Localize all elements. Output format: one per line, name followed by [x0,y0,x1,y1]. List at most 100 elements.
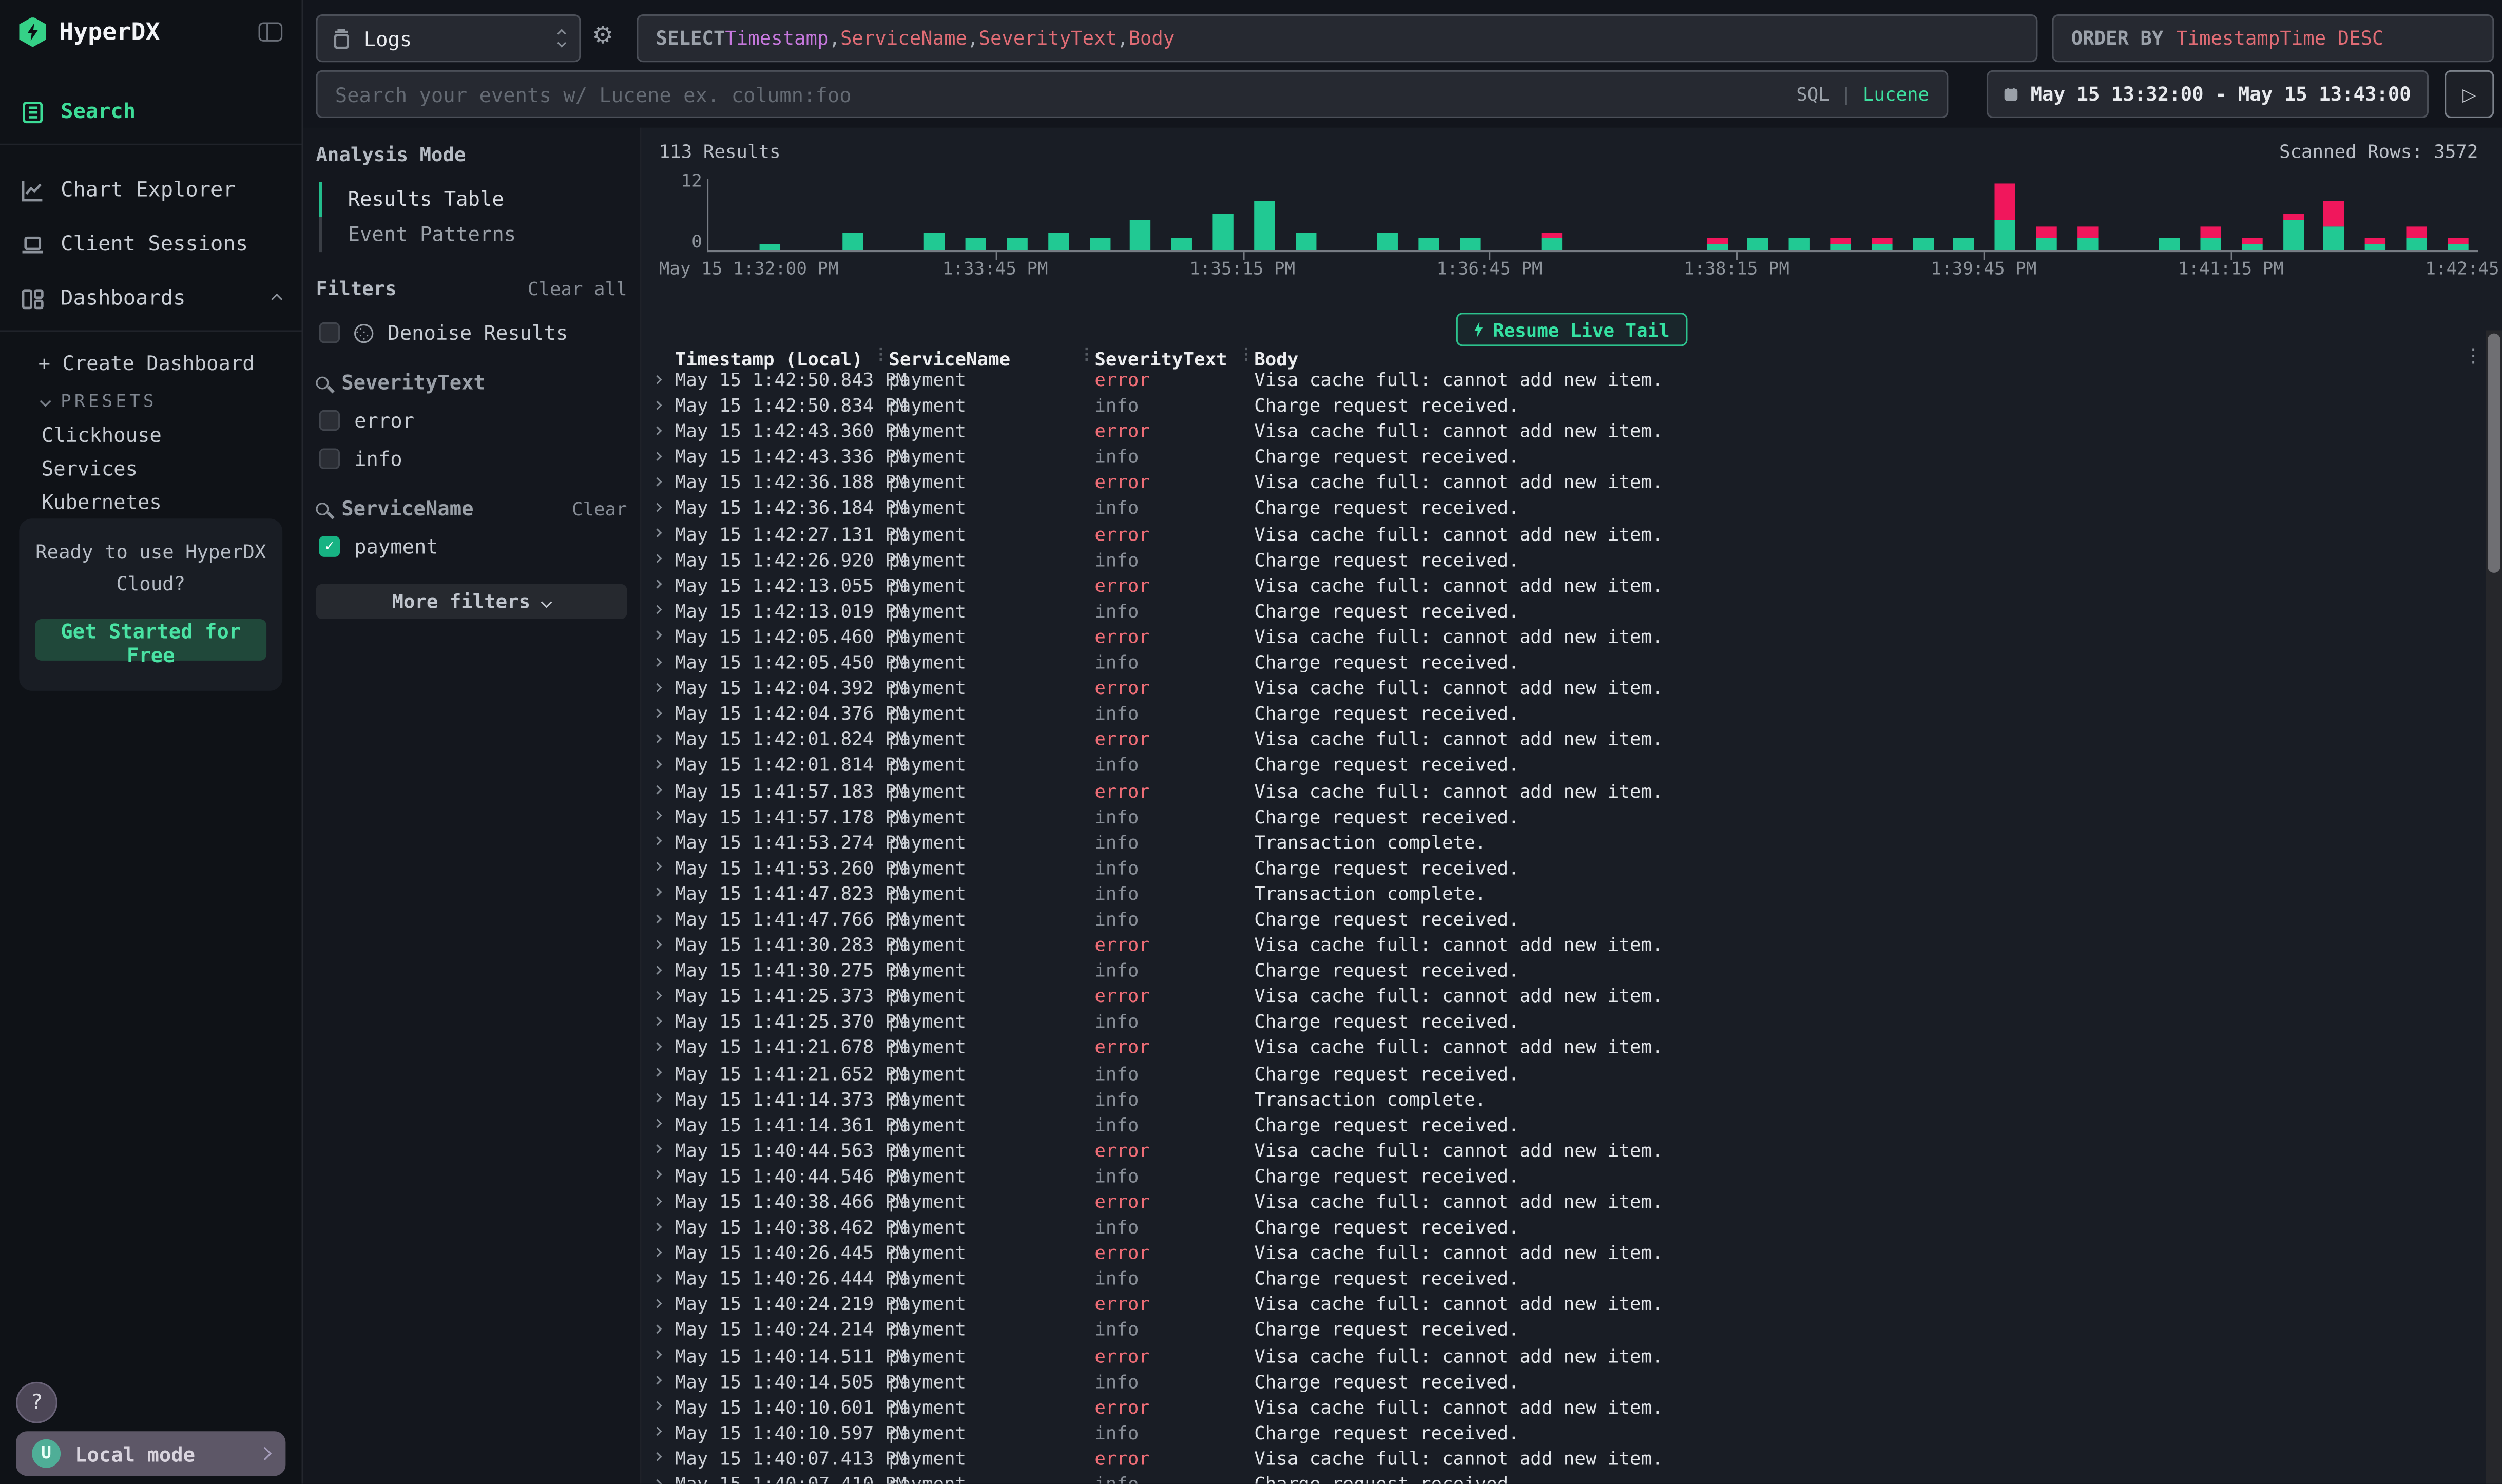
histogram-bar[interactable] [760,244,780,250]
table-row[interactable]: May 15 1:42:01.824 PMpaymenterrorVisa ca… [642,726,2486,752]
sidebar-item-client-sessions[interactable]: Client Sessions [0,225,301,263]
histogram-bar[interactable] [2448,238,2468,250]
sidebar-preset-clickhouse[interactable]: Clickhouse [0,418,301,451]
histogram-bar[interactable] [2407,226,2427,250]
column-resize-handle[interactable]: ⋮ [873,346,889,364]
histogram-bar[interactable] [2077,226,2097,250]
row-expand-chevron-icon[interactable] [654,598,675,624]
row-expand-chevron-icon[interactable] [654,829,675,855]
table-row[interactable]: May 15 1:41:57.183 PMpaymenterrorVisa ca… [642,778,2486,803]
row-expand-chevron-icon[interactable] [654,984,675,1009]
table-row[interactable]: May 15 1:42:36.184 PMpaymentinfoCharge r… [642,495,2486,521]
table-row[interactable]: May 15 1:42:04.376 PMpaymentinfoCharge r… [642,701,2486,726]
clear-filter-link[interactable]: Clear [572,497,627,519]
filter-option-error[interactable]: error [316,409,627,433]
row-expand-chevron-icon[interactable] [654,1471,675,1484]
sidebar-preset-services[interactable]: Services [0,452,301,485]
filter-option-payment[interactable]: ✓payment [316,534,627,558]
table-row[interactable]: May 15 1:41:47.766 PMpaymentinfoCharge r… [642,906,2486,932]
source-settings-gear-icon[interactable]: ⚙ [592,24,613,48]
table-row[interactable]: May 15 1:41:25.370 PMpaymentinfoCharge r… [642,1009,2486,1035]
histogram-bar[interactable] [842,232,863,250]
orderby-input[interactable]: ORDER BY TimestampTime DESC [2052,14,2494,62]
row-expand-chevron-icon[interactable] [654,1112,675,1138]
table-row[interactable]: May 15 1:40:07.413 PMpaymenterrorVisa ca… [642,1446,2486,1471]
row-expand-chevron-icon[interactable] [654,1138,675,1163]
more-filters-button[interactable]: More filters [316,584,627,619]
user-menu[interactable]: U Local mode [16,1431,285,1476]
histogram-bar[interactable] [1007,238,1027,250]
date-range-picker[interactable]: May 15 13:32:00 - May 15 13:43:00 [1987,70,2429,118]
table-row[interactable]: May 15 1:41:21.678 PMpaymenterrorVisa ca… [642,1035,2486,1061]
row-expand-chevron-icon[interactable] [654,1061,675,1086]
row-expand-chevron-icon[interactable] [654,1009,675,1035]
histogram-bar[interactable] [1954,238,1974,250]
row-expand-chevron-icon[interactable] [654,470,675,495]
lucene-mode-button[interactable]: Lucene [1863,83,1929,106]
results-histogram[interactable] [707,179,2478,252]
table-row[interactable]: May 15 1:40:44.546 PMpaymentinfoCharge r… [642,1163,2486,1189]
filter-option-info[interactable]: info [316,447,627,471]
collapse-sidebar-icon[interactable] [259,23,283,42]
sql-mode-button[interactable]: SQL [1796,83,1830,106]
table-row[interactable]: May 15 1:42:27.131 PMpaymenterrorVisa ca… [642,521,2486,547]
row-expand-chevron-icon[interactable] [654,1163,675,1189]
table-row[interactable]: May 15 1:42:26.920 PMpaymentinfoCharge r… [642,547,2486,572]
row-expand-chevron-icon[interactable] [654,675,675,701]
table-row[interactable]: May 15 1:40:10.597 PMpaymentinfoCharge r… [642,1420,2486,1446]
row-expand-chevron-icon[interactable] [654,726,675,752]
histogram-bar[interactable] [966,238,986,250]
table-row[interactable]: May 15 1:42:36.188 PMpaymenterrorVisa ca… [642,470,2486,495]
histogram-bar[interactable] [2365,238,2385,250]
row-expand-chevron-icon[interactable] [654,701,675,726]
row-expand-chevron-icon[interactable] [654,572,675,598]
table-row[interactable]: May 15 1:42:13.055 PMpaymenterrorVisa ca… [642,572,2486,598]
row-expand-chevron-icon[interactable] [654,1215,675,1240]
analysis-mode-option[interactable]: Event Patterns [319,217,627,252]
table-row[interactable]: May 15 1:42:50.843 PMpaymenterrorVisa ca… [642,367,2486,393]
histogram-bar[interactable] [1377,232,1398,250]
histogram-bar[interactable] [1171,238,1192,250]
table-row[interactable]: May 15 1:40:38.466 PMpaymenterrorVisa ca… [642,1189,2486,1215]
histogram-bar[interactable] [2201,226,2221,250]
source-select[interactable]: Logs [316,14,581,62]
help-button[interactable]: ? [16,1382,57,1423]
clear-all-filters-link[interactable]: Clear all [528,278,627,300]
row-expand-chevron-icon[interactable] [654,855,675,880]
table-row[interactable]: May 15 1:41:53.260 PMpaymentinfoCharge r… [642,855,2486,880]
row-expand-chevron-icon[interactable] [654,418,675,444]
table-row[interactable]: May 15 1:41:53.274 PMpaymentinfoTransact… [642,829,2486,855]
histogram-bar[interactable] [1995,183,2015,250]
create-dashboard-link[interactable]: + Create Dashboard [0,344,301,381]
table-row[interactable]: May 15 1:40:07.410 PMpaymentinfoCharge r… [642,1471,2486,1484]
row-expand-chevron-icon[interactable] [654,1189,675,1215]
table-row[interactable]: May 15 1:41:25.373 PMpaymenterrorVisa ca… [642,984,2486,1009]
histogram-bar[interactable] [2160,238,2180,250]
table-row[interactable]: May 15 1:40:10.601 PMpaymenterrorVisa ca… [642,1394,2486,1420]
histogram-bar[interactable] [1871,238,1892,250]
row-expand-chevron-icon[interactable] [654,444,675,470]
histogram-bar[interactable] [1912,238,1933,250]
table-options-kebab-icon[interactable]: ⋮ [2463,344,2482,367]
sidebar-item-search[interactable]: Search [0,92,301,131]
row-expand-chevron-icon[interactable] [654,932,675,957]
table-row[interactable]: May 15 1:40:44.563 PMpaymenterrorVisa ca… [642,1138,2486,1163]
table-scrollbar[interactable] [2486,330,2502,1483]
row-expand-chevron-icon[interactable] [654,1420,675,1446]
histogram-bar[interactable] [2036,226,2056,250]
table-row[interactable]: May 15 1:40:14.511 PMpaymenterrorVisa ca… [642,1343,2486,1369]
table-row[interactable]: May 15 1:42:43.360 PMpaymenterrorVisa ca… [642,418,2486,444]
run-query-button[interactable]: ▷ [2445,70,2494,118]
search-input[interactable]: Search your events w/ Lucene ex. column:… [316,70,1948,118]
column-resize-handle[interactable]: ⋮ [1079,346,1094,364]
histogram-bar[interactable] [1254,202,1274,250]
denoise-results-checkbox[interactable]: Denoise Results [316,321,627,345]
table-row[interactable]: May 15 1:40:24.219 PMpaymenterrorVisa ca… [642,1292,2486,1317]
table-row[interactable]: May 15 1:41:57.178 PMpaymentinfoCharge r… [642,803,2486,829]
row-expand-chevron-icon[interactable] [654,1343,675,1369]
row-expand-chevron-icon[interactable] [654,649,675,675]
row-expand-chevron-icon[interactable] [654,393,675,418]
row-expand-chevron-icon[interactable] [654,752,675,778]
column-resize-handle[interactable]: ⋮ [1238,346,1254,364]
row-expand-chevron-icon[interactable] [654,906,675,932]
